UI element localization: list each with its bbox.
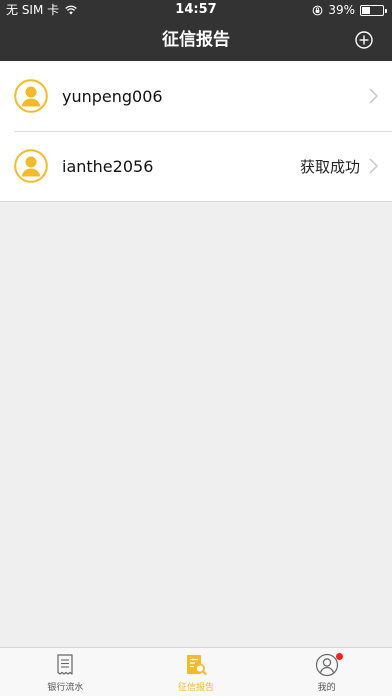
account-row[interactable]: ianthe2056 获取成功 [0, 131, 392, 201]
battery-fill [362, 6, 370, 14]
chevron-right-icon [369, 158, 378, 174]
credit-report-icon [187, 655, 207, 675]
tab-label: 我的 [317, 683, 336, 693]
tab-credit-report[interactable]: 征信报告 [131, 648, 262, 696]
battery-percent: 39% [328, 3, 355, 17]
notification-badge [335, 653, 343, 660]
receipt-icon [57, 654, 73, 675]
account-username: ianthe2056 [62, 156, 154, 176]
tab-label: 征信报告 [178, 683, 215, 693]
orientation-lock-icon [312, 5, 323, 15]
tab-profile[interactable]: 我的 [261, 648, 392, 696]
tab-label: 银行流水 [47, 683, 84, 693]
battery-icon [360, 4, 387, 16]
header: 无 SIM 卡 14:57 39% 征信报告 [0, 0, 392, 61]
tab-bar: 银行流水 征信报告 我的 [0, 647, 392, 696]
status-right: 39% [312, 0, 387, 20]
avatar-icon [14, 149, 48, 183]
plus-circle-icon[interactable] [355, 31, 373, 49]
account-status: 获取成功 [299, 157, 360, 176]
chevron-right-icon [369, 88, 378, 104]
account-username: yunpeng006 [62, 86, 163, 106]
account-list: yunpeng006 ianthe2056 获取成功 [0, 61, 392, 202]
avatar-icon [14, 79, 48, 113]
account-row[interactable]: yunpeng006 [0, 61, 392, 131]
tab-bank-statement[interactable]: 银行流水 [0, 648, 131, 696]
page-title: 征信报告 [162, 30, 230, 50]
status-bar: 无 SIM 卡 14:57 39% [0, 0, 392, 20]
